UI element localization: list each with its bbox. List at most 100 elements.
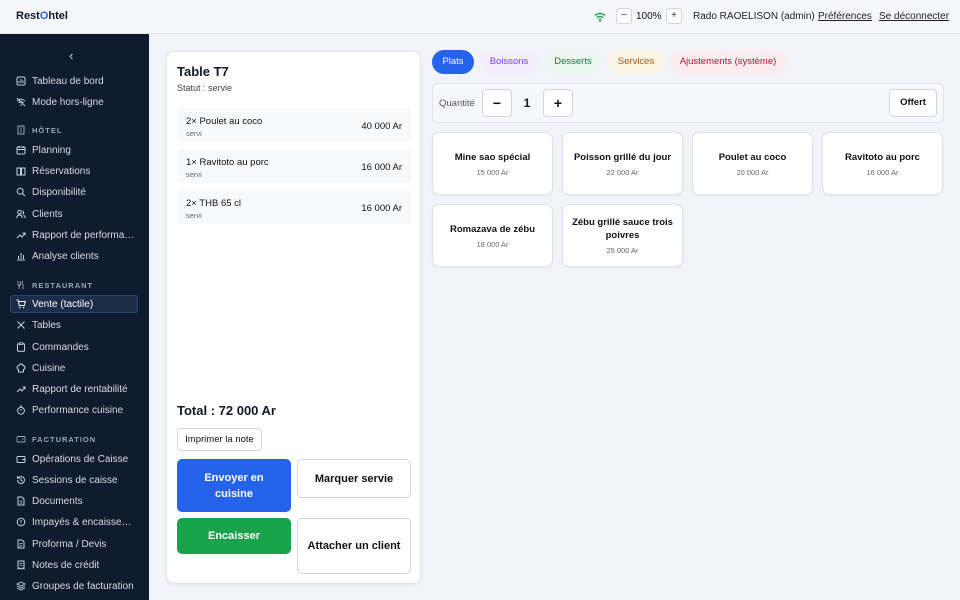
building-icon: [16, 125, 26, 135]
quantity-increase-button[interactable]: +: [543, 89, 573, 117]
sidebar-item-profitability-report[interactable]: Rapport de rentabilité: [10, 380, 138, 398]
search-icon: [16, 187, 26, 197]
zoom-in-button[interactable]: +: [666, 8, 682, 24]
utensils-icon: [16, 280, 26, 290]
order-line[interactable]: 2× Poulet au coco servi 40 000 Ar: [177, 108, 411, 142]
mark-served-button[interactable]: Marquer servie: [297, 459, 411, 498]
utensils-crossed-icon: [16, 320, 26, 330]
tab-services[interactable]: Services: [608, 50, 664, 74]
wifi-icon: [594, 10, 606, 23]
cash-in-button[interactable]: Encaisser: [177, 518, 291, 554]
layers-icon: [16, 581, 26, 591]
receipt-icon: [16, 560, 26, 570]
order-line-name: 2× Poulet au coco: [186, 116, 263, 127]
product-name: Romazava de zébu: [450, 223, 535, 235]
clipboard-icon: [16, 342, 26, 352]
wifi-off-icon: [16, 97, 26, 107]
book-icon: [16, 166, 26, 176]
sidebar-item-client-analysis[interactable]: Analyse clients: [10, 247, 138, 265]
product-card[interactable]: Zébu grillé sauce trois poivres 25 000 A…: [562, 204, 683, 267]
sidebar-item-billing-groups[interactable]: Groupes de facturation: [10, 577, 138, 595]
current-user: Rado RAOELISON (admin): [693, 11, 815, 22]
sidebar-item-documents[interactable]: Documents: [10, 492, 138, 510]
product-card[interactable]: Poulet au coco 20 000 Ar: [692, 132, 813, 195]
sidebar-item-offline-mode[interactable]: Mode hors-ligne: [10, 93, 138, 111]
zoom-out-button[interactable]: −: [616, 8, 632, 24]
order-line[interactable]: 2× THB 65 cl servi 16 000 Ar: [177, 190, 411, 224]
quantity-label: Quantité: [439, 98, 475, 109]
tab-plats[interactable]: Plats: [432, 50, 474, 74]
sidebar-item-reservations[interactable]: Réservations: [10, 162, 138, 180]
order-status: Statut : servie: [177, 83, 233, 93]
quantity-value: 1: [523, 96, 531, 110]
top-bar: RestOhtel − 100% + Rado RAOELISON (admin…: [0, 0, 960, 34]
trending-up-icon: [16, 230, 26, 240]
wallet-icon: [16, 454, 26, 464]
sidebar-item-cash-sessions[interactable]: Sessions de caisse: [10, 471, 138, 489]
file-icon: [16, 496, 26, 506]
trending-up-icon: [16, 384, 26, 394]
file-text-icon: [16, 539, 26, 549]
product-price: 20 000 Ar: [736, 167, 769, 177]
sidebar-item-touch-sales[interactable]: Vente (tactile): [10, 295, 138, 313]
order-line-price: 16 000 Ar: [361, 203, 402, 214]
product-name: Zébu grillé sauce trois poivres: [572, 217, 673, 241]
product-price: 25 000 Ar: [606, 246, 639, 255]
sidebar-item-kitchen-performance[interactable]: Performance cuisine: [10, 401, 138, 419]
product-card[interactable]: Mine sao spécial 15 000 Ar: [432, 132, 553, 195]
app-logo[interactable]: RestOhtel: [16, 10, 68, 22]
product-price: 18 000 Ar: [476, 239, 509, 249]
order-line[interactable]: 1× Ravitoto au porc servi 16 000 Ar: [177, 149, 411, 183]
sidebar: ‹ Tableau de bord Mode hors-ligne HÔTEL …: [0, 34, 149, 600]
send-to-kitchen-button[interactable]: Envoyer en cuisine: [177, 459, 291, 512]
sidebar-item-credit-notes[interactable]: Notes de crédit: [10, 556, 138, 574]
sidebar-item-kitchen[interactable]: Cuisine: [10, 359, 138, 377]
offert-button[interactable]: Offert: [889, 89, 937, 117]
collapse-sidebar-button[interactable]: ‹: [69, 48, 73, 63]
print-bill-button[interactable]: Imprimer la note: [177, 428, 262, 451]
order-line-name: 1× Ravitoto au porc: [186, 157, 269, 168]
product-card[interactable]: Ravitoto au porc 16 000 Ar: [822, 132, 943, 195]
order-line-price: 40 000 Ar: [361, 121, 402, 132]
product-name: Poulet au coco: [718, 151, 787, 163]
section-billing: FACTURATION: [16, 434, 96, 444]
product-name: Mine sao spécial: [454, 151, 531, 163]
tab-ajustements[interactable]: Ajustements (système): [670, 50, 786, 74]
tab-boissons[interactable]: Boissons: [480, 50, 538, 74]
timer-icon: [16, 405, 26, 415]
order-total: Total : 72 000 Ar: [177, 403, 276, 418]
cart-icon: [16, 299, 26, 309]
sidebar-item-unpaid[interactable]: Impayés & encaissements: [10, 513, 138, 531]
dashboard-icon: [16, 76, 26, 86]
history-icon: [16, 475, 26, 485]
order-line-state: servi: [186, 211, 202, 220]
sidebar-item-availability[interactable]: Disponibilité: [10, 183, 138, 201]
sidebar-item-cash-operations[interactable]: Opérations de Caisse: [10, 450, 138, 468]
order-line-state: servi: [186, 170, 202, 179]
order-line-price: 16 000 Ar: [361, 162, 402, 173]
chef-hat-icon: [16, 363, 26, 373]
sidebar-item-planning[interactable]: Planning: [10, 141, 138, 159]
bar-chart-icon: [16, 251, 26, 261]
quantity-decrease-button[interactable]: −: [482, 89, 512, 117]
zoom-level: 100%: [636, 11, 662, 22]
sidebar-item-clients[interactable]: Clients: [10, 205, 138, 223]
sidebar-item-tables[interactable]: Tables: [10, 316, 138, 334]
sidebar-item-dashboard[interactable]: Tableau de bord: [10, 72, 138, 90]
logout-link[interactable]: Se déconnecter: [879, 11, 949, 22]
tab-desserts[interactable]: Desserts: [544, 50, 602, 74]
attach-client-button[interactable]: Attacher un client: [297, 518, 411, 574]
sidebar-item-proforma[interactable]: Proforma / Devis: [10, 535, 138, 553]
sidebar-item-performance-report[interactable]: Rapport de performance: [10, 226, 138, 244]
preferences-link[interactable]: Préférences: [818, 11, 872, 22]
order-line-state: servi: [186, 129, 202, 138]
section-hotel: HÔTEL: [16, 125, 62, 135]
product-price: 16 000 Ar: [866, 167, 899, 177]
calendar-icon: [16, 145, 26, 155]
product-price: 22 000 Ar: [606, 167, 639, 177]
product-card[interactable]: Romazava de zébu 18 000 Ar: [432, 204, 553, 267]
order-line-name: 2× THB 65 cl: [186, 198, 242, 209]
product-card[interactable]: Poisson grillé du jour 22 000 Ar: [562, 132, 683, 195]
sidebar-item-orders[interactable]: Commandes: [10, 338, 138, 356]
order-panel: Table T7 Statut : servie 2× Poulet au co…: [166, 51, 421, 584]
